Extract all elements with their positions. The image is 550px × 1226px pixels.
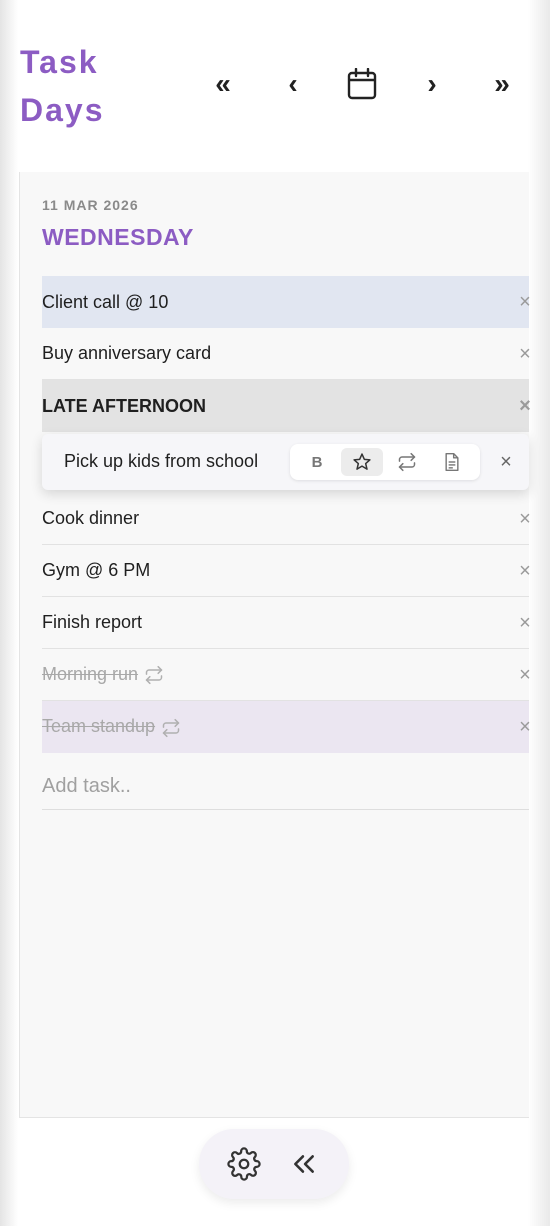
delete-task-icon[interactable]: × <box>513 380 537 432</box>
star-icon <box>353 453 371 470</box>
task-label[interactable]: Buy anniversary card <box>42 343 529 364</box>
task-row-done[interactable]: Team standup × <box>42 701 531 753</box>
task-label[interactable]: Gym @ 6 PM <box>42 560 529 581</box>
delete-task-icon[interactable]: × <box>513 328 537 380</box>
task-label[interactable]: Finish report <box>42 612 529 633</box>
task-label-text: Morning run <box>42 663 139 684</box>
delete-task-icon[interactable]: × <box>513 649 537 701</box>
delete-task-icon[interactable]: × <box>513 276 537 328</box>
task-label[interactable]: Morning run <box>42 664 529 685</box>
date-navigation: « ‹ › » <box>0 64 550 104</box>
task-heading-label[interactable]: LATE AFTERNOON <box>42 396 529 417</box>
task-label[interactable]: Team standup <box>42 716 529 737</box>
next-day-button[interactable]: › <box>412 64 452 104</box>
day-weekday: WEDNESDAY <box>42 224 194 250</box>
left-edge-shadow <box>0 0 18 1226</box>
calendar-button[interactable] <box>342 64 382 104</box>
collapse-button[interactable] <box>284 1144 324 1184</box>
task-row-done[interactable]: Morning run × <box>42 649 531 701</box>
delete-task-icon[interactable]: × <box>513 545 537 597</box>
task-label[interactable]: Cook dinner <box>42 508 529 529</box>
task-label[interactable]: Pick up kids from school <box>64 451 258 472</box>
star-button[interactable] <box>341 448 383 476</box>
double-chevron-left-icon <box>294 1155 314 1173</box>
bottom-toolbar <box>199 1129 349 1199</box>
delete-task-icon[interactable]: × <box>494 450 518 474</box>
gear-icon <box>227 1147 261 1181</box>
task-label-text: Team standup <box>42 716 156 737</box>
task-row[interactable]: Client call @ 10 × <box>42 276 531 328</box>
day-date: 11 MAR 2026 <box>42 197 139 213</box>
task-row[interactable]: Finish report × <box>42 597 531 649</box>
next-week-button[interactable]: » <box>482 64 522 104</box>
task-format-toolbar: B <box>290 444 480 480</box>
task-row[interactable]: Cook dinner × <box>42 493 531 545</box>
task-row-editing[interactable]: Pick up kids from school B × <box>42 434 529 490</box>
repeat-icon <box>145 666 163 685</box>
add-task-field <box>42 764 529 810</box>
delete-task-icon[interactable]: × <box>513 701 537 753</box>
bold-button[interactable]: B <box>296 448 338 476</box>
note-icon <box>445 452 459 472</box>
task-heading-row[interactable]: LATE AFTERNOON × <box>42 380 531 432</box>
settings-button[interactable] <box>224 1144 264 1184</box>
prev-day-button[interactable]: ‹ <box>273 64 313 104</box>
prev-week-button[interactable]: « <box>203 64 243 104</box>
delete-task-icon[interactable]: × <box>513 597 537 649</box>
note-button[interactable] <box>431 448 473 476</box>
repeat-button[interactable] <box>386 448 428 476</box>
task-row[interactable]: Gym @ 6 PM × <box>42 545 531 597</box>
repeat-icon <box>162 718 180 737</box>
task-row[interactable]: Buy anniversary card × <box>42 328 531 380</box>
add-task-input[interactable] <box>42 764 529 809</box>
delete-task-icon[interactable]: × <box>513 493 537 545</box>
calendar-icon <box>347 68 377 100</box>
task-label[interactable]: Client call @ 10 <box>42 292 529 313</box>
repeat-icon <box>398 452 416 472</box>
